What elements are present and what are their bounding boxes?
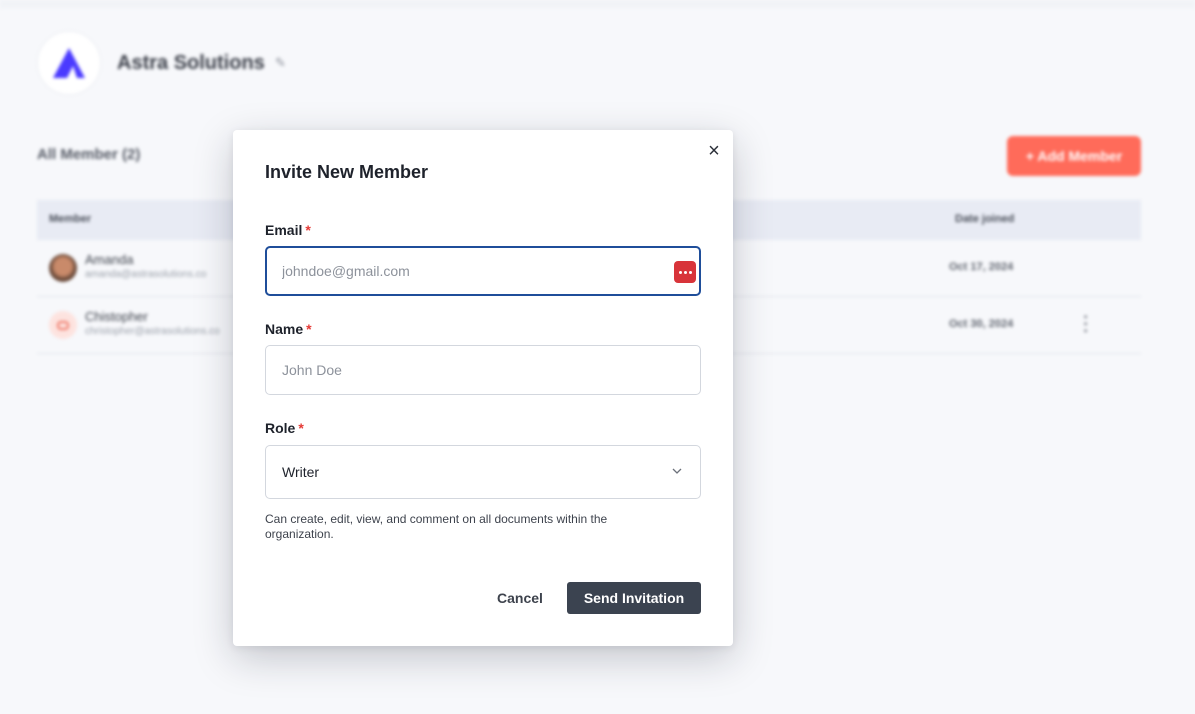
- email-label: Email *: [265, 222, 311, 238]
- cancel-button[interactable]: Cancel: [488, 582, 552, 614]
- more-options-icon[interactable]: · · ·: [1083, 310, 1089, 340]
- member-name: Chistopher: [85, 309, 148, 324]
- role-selected-value: Writer: [282, 464, 320, 480]
- required-marker: *: [298, 420, 304, 436]
- top-bar: [0, 0, 1195, 8]
- avatar: [49, 311, 77, 339]
- organization-logo: [37, 31, 101, 95]
- dialog-title: Invite New Member: [265, 162, 429, 182]
- name-field[interactable]: [265, 345, 701, 395]
- member-email: christopher@astrasolutions.co: [85, 326, 220, 337]
- password-manager-icon[interactable]: [674, 261, 696, 283]
- astra-logo-icon: [53, 48, 85, 78]
- add-member-button[interactable]: + Add Member: [1007, 136, 1141, 176]
- required-marker: *: [305, 222, 311, 238]
- role-description: Can create, edit, view, and comment on a…: [265, 512, 608, 541]
- member-name: Amanda: [85, 252, 134, 267]
- role-select[interactable]: Writer: [265, 445, 701, 499]
- column-header-date-joined: Date joined: [955, 213, 1015, 225]
- member-email: amanda@astrasolutions.co: [85, 269, 207, 280]
- role-label: Role *: [265, 420, 304, 436]
- organization-name: Astra Solutions: [117, 52, 265, 74]
- email-field[interactable]: [265, 246, 701, 296]
- avatar: [49, 254, 77, 282]
- invite-member-dialog: × Invite New Member Email* Name* Role* W…: [233, 130, 733, 646]
- member-date-joined: Oct 17, 2024: [949, 261, 1014, 273]
- members-title: All Member (2): [37, 146, 141, 163]
- close-icon[interactable]: ×: [704, 141, 724, 161]
- pencil-icon[interactable]: ✎: [275, 56, 289, 70]
- column-header-member: Member: [49, 213, 92, 225]
- chevron-down-icon: [672, 468, 682, 474]
- name-label: Name *: [265, 321, 312, 337]
- send-invitation-button[interactable]: Send Invitation: [567, 582, 701, 614]
- member-date-joined: Oct 30, 2024: [949, 318, 1014, 330]
- required-marker: *: [306, 321, 312, 337]
